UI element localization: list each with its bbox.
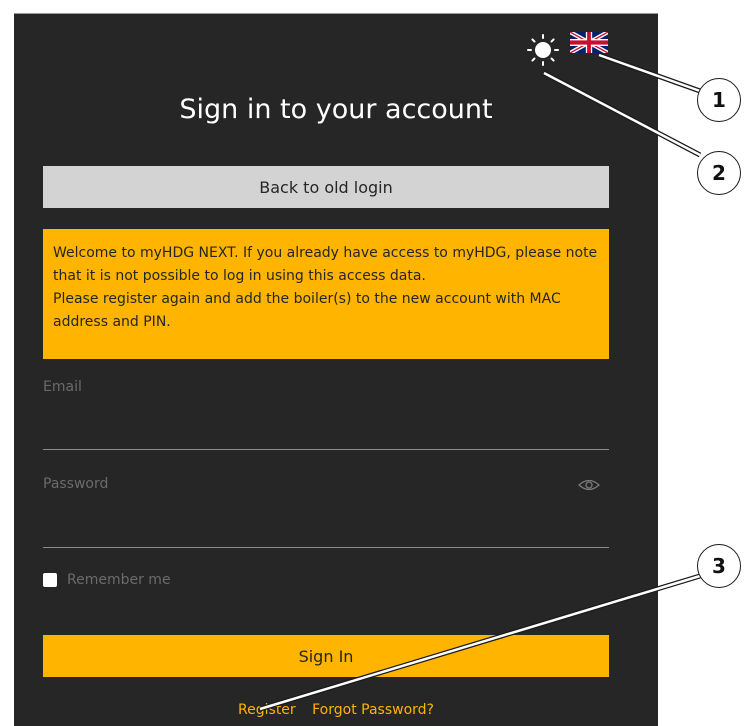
remember-me-label: Remember me	[67, 572, 171, 588]
email-input[interactable]	[43, 413, 609, 450]
forgot-password-link[interactable]: Forgot Password?	[312, 702, 434, 718]
remember-me-row[interactable]: Remember me	[43, 571, 171, 589]
info-notice: Welcome to myHDG NEXT. If you already ha…	[43, 229, 609, 359]
password-label: Password	[43, 476, 109, 492]
uk-flag-icon[interactable]	[570, 32, 608, 53]
sign-in-button[interactable]: Sign In	[43, 635, 609, 677]
auth-links: Register Forgot Password?	[14, 702, 658, 718]
login-panel: Sign in to your account Back to old logi…	[14, 13, 658, 726]
page-title: Sign in to your account	[179, 94, 493, 125]
password-input[interactable]	[43, 511, 609, 548]
register-link[interactable]: Register	[238, 702, 296, 718]
eye-icon[interactable]	[578, 478, 600, 492]
callout-2: 2	[697, 151, 741, 195]
callout-1: 1	[697, 78, 741, 122]
notice-text-2: Please register again and add the boiler…	[53, 291, 561, 330]
back-to-old-login-button[interactable]: Back to old login	[43, 166, 609, 208]
remember-me-checkbox[interactable]	[43, 573, 57, 587]
sun-icon[interactable]	[525, 32, 561, 68]
email-label: Email	[43, 379, 82, 395]
callout-3: 3	[697, 544, 741, 588]
notice-text-1: Welcome to myHDG NEXT. If you already ha…	[53, 245, 598, 284]
